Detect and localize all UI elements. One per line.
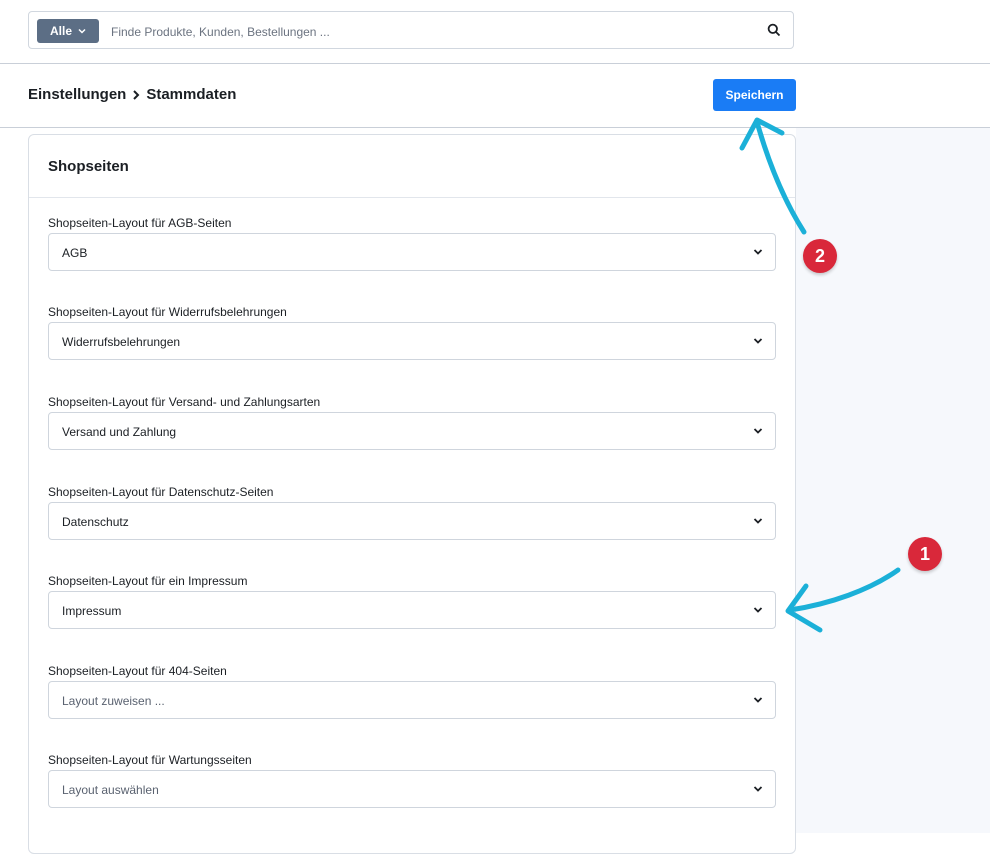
field-label: Shopseiten-Layout für AGB-Seiten xyxy=(48,216,232,230)
search-input[interactable] xyxy=(109,20,753,44)
field-agb: Shopseiten-Layout für AGB-Seiten AGB xyxy=(48,215,776,271)
field-label: Shopseiten-Layout für Datenschutz-Seiten xyxy=(48,485,274,499)
chevron-down-icon xyxy=(753,786,763,792)
search-filter-dropdown[interactable]: Alle xyxy=(37,19,99,43)
select-placeholder: Layout zuweisen ... xyxy=(62,694,165,708)
impressum-layout-select[interactable]: Impressum xyxy=(48,591,776,629)
breadcrumb-current: Stammdaten xyxy=(146,86,237,103)
widerruf-layout-select[interactable]: Widerrufsbelehrungen xyxy=(48,322,776,360)
chevron-down-icon xyxy=(753,249,763,255)
field-label: Shopseiten-Layout für Widerrufsbelehrung… xyxy=(48,305,287,319)
header-divider xyxy=(0,63,990,64)
card-header: Shopseiten xyxy=(29,135,795,198)
chevron-down-icon xyxy=(753,428,763,434)
versand-layout-select[interactable]: Versand und Zahlung xyxy=(48,412,776,450)
select-value: Versand und Zahlung xyxy=(62,425,177,439)
select-placeholder: Layout auswählen xyxy=(62,783,159,797)
agb-layout-select[interactable]: AGB xyxy=(48,233,776,271)
select-value: Impressum xyxy=(62,604,122,618)
save-button[interactable]: Speichern xyxy=(713,79,796,111)
field-versand: Shopseiten-Layout für Versand- und Zahlu… xyxy=(48,394,776,450)
step-badge-1: 1 xyxy=(908,537,942,571)
field-404: Shopseiten-Layout für 404-Seiten Layout … xyxy=(48,663,776,719)
field-impressum: Shopseiten-Layout für ein Impressum Impr… xyxy=(48,573,776,629)
search-filter-label: Alle xyxy=(49,24,72,38)
chevron-down-icon xyxy=(753,338,763,344)
datenschutz-layout-select[interactable]: Datenschutz xyxy=(48,502,776,540)
chevron-down-icon xyxy=(753,697,763,703)
field-label: Shopseiten-Layout für ein Impressum xyxy=(48,574,248,588)
breadcrumb-parent[interactable]: Einstellungen xyxy=(28,86,126,103)
step-badge-2: 2 xyxy=(803,239,837,273)
chevron-down-icon xyxy=(753,607,763,613)
search-icon[interactable] xyxy=(767,23,781,37)
chevron-down-icon xyxy=(753,518,763,524)
field-label: Shopseiten-Layout für Wartungsseiten xyxy=(48,753,252,767)
page-background xyxy=(796,128,990,833)
field-widerruf: Shopseiten-Layout für Widerrufsbelehrung… xyxy=(48,304,776,360)
shop-pages-card: Shopseiten Shopseiten-Layout für AGB-Sei… xyxy=(28,134,796,854)
select-value: Widerrufsbelehrungen xyxy=(62,335,181,349)
select-value: Datenschutz xyxy=(62,515,129,529)
chevron-right-icon xyxy=(133,89,140,100)
breadcrumb: Einstellungen Stammdaten xyxy=(28,86,236,103)
card-title: Shopseiten xyxy=(48,158,129,175)
toolbar-divider xyxy=(0,127,990,128)
field-label: Shopseiten-Layout für 404-Seiten xyxy=(48,664,227,678)
field-wartung: Shopseiten-Layout für Wartungsseiten Lay… xyxy=(48,752,776,808)
404-layout-select[interactable]: Layout zuweisen ... xyxy=(48,681,776,719)
wartung-layout-select[interactable]: Layout auswählen xyxy=(48,770,776,808)
field-datenschutz: Shopseiten-Layout für Datenschutz-Seiten… xyxy=(48,484,776,540)
field-label: Shopseiten-Layout für Versand- und Zahlu… xyxy=(48,395,321,409)
select-value: AGB xyxy=(62,246,88,260)
chevron-down-icon xyxy=(78,28,86,34)
global-search-bar: Alle xyxy=(28,11,794,49)
